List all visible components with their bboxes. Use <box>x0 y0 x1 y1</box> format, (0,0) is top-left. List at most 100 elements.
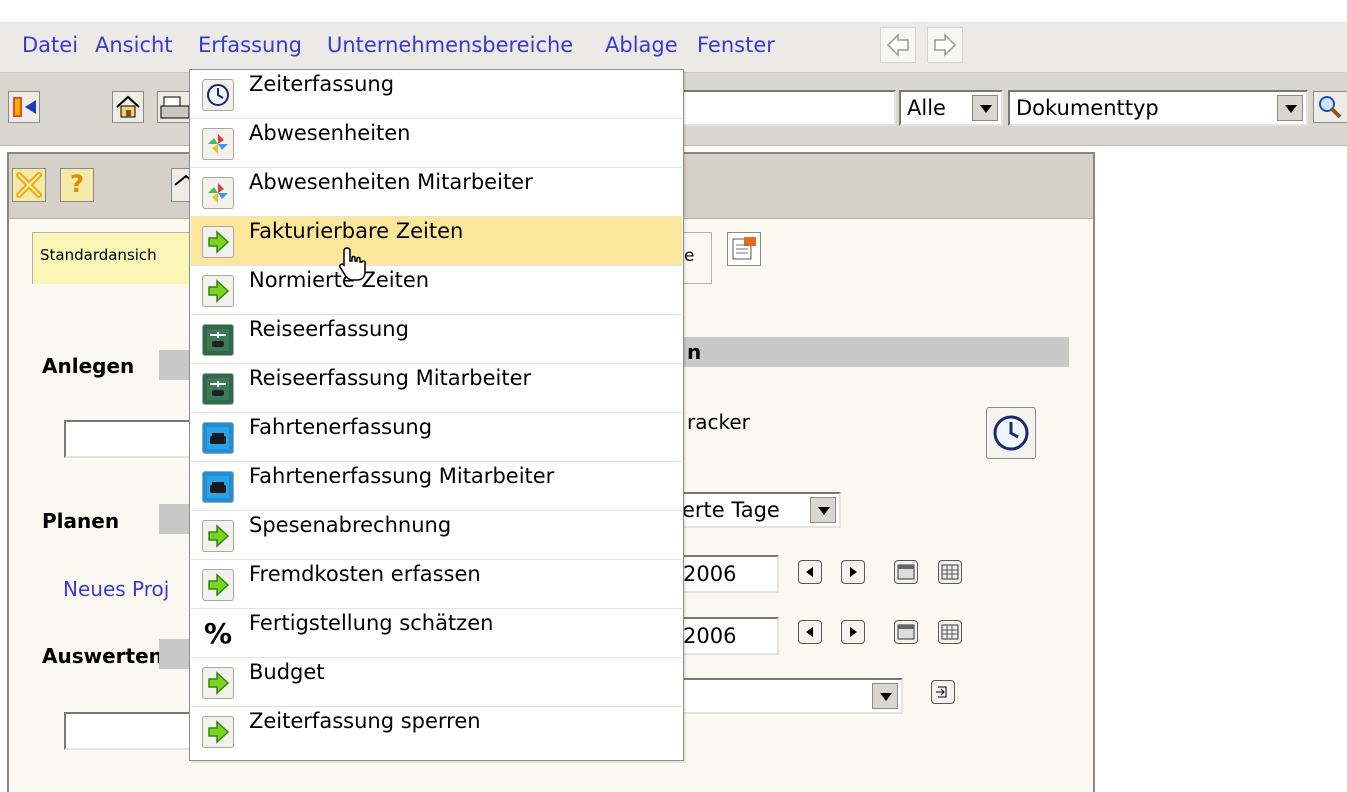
date-from-month-button[interactable] <box>938 560 962 584</box>
search-button[interactable] <box>1313 91 1347 123</box>
date-to-calendar-button[interactable] <box>894 620 918 644</box>
tab-standard[interactable]: Standardansich <box>32 232 197 284</box>
exit-button[interactable] <box>8 91 40 123</box>
menu-item-zeiterfassung-sperren[interactable]: Zeiterfassung sperren <box>191 707 682 756</box>
menu-item-normierte-zeiten[interactable]: Normierte Zeiten <box>191 266 682 315</box>
menu-item-fakturierbare-zeiten[interactable]: Fakturierbare Zeiten <box>191 217 682 266</box>
tab-other[interactable]: e <box>684 232 712 284</box>
anlegen-input[interactable] <box>64 420 194 458</box>
menu-item-reiseerfassung[interactable]: Reiseerfassung <box>191 315 682 364</box>
menu-item-fahrtenerfassung-mitarbeiter[interactable]: Fahrtenerfassung Mitarbeiter <box>191 462 682 511</box>
clock-icon <box>202 79 234 111</box>
date-to-prev-button[interactable] <box>798 620 822 644</box>
menu-datei[interactable]: Datei <box>22 33 78 57</box>
menu-fenster[interactable]: Fenster <box>697 33 775 57</box>
erfassung-dropdown-menu: Zeiterfassung Abwesenheiten Abwesenheite… <box>189 69 684 761</box>
green-arrow-icon <box>202 716 234 748</box>
date-from-value: 2006 <box>683 562 737 586</box>
menu-item-fertigstellung-schaetzen[interactable]: % Fertigstellung schätzen <box>191 609 682 658</box>
back-arrow-icon <box>886 33 909 57</box>
menu-item-abwesenheiten[interactable]: Abwesenheiten <box>191 119 682 168</box>
menu-item-label: Budget <box>249 660 325 684</box>
section-auswerten: Auswerten <box>42 644 163 668</box>
triangle-left-icon <box>806 567 813 577</box>
menu-item-label: Zeiterfassung <box>249 72 395 96</box>
calendar-icon <box>897 624 915 640</box>
chevron-down-icon[interactable] <box>810 497 836 523</box>
car-icon <box>202 422 234 454</box>
forward-arrow-icon <box>934 33 957 57</box>
tab-standard-label: Standardansich <box>40 246 157 264</box>
chevron-down-icon[interactable] <box>872 683 898 709</box>
date-to-value: 2006 <box>683 624 737 648</box>
new-project-link[interactable]: Neues Proj <box>63 577 169 601</box>
date-from-prev-button[interactable] <box>798 560 822 584</box>
menu-item-label: Fahrtenerfassung <box>249 415 433 439</box>
menu-item-zeiterfassung[interactable]: Zeiterfassung <box>191 70 682 119</box>
help-button[interactable]: ? <box>60 168 94 202</box>
menu-item-label: Fertigstellung schätzen <box>249 611 494 635</box>
window-home-button[interactable] <box>171 168 193 202</box>
menu-item-label: Fahrtenerfassung Mitarbeiter <box>249 464 555 488</box>
section-anlegen: Anlegen <box>42 354 135 378</box>
clock-icon <box>993 415 1029 451</box>
time-tracker-button[interactable] <box>986 407 1036 459</box>
green-arrow-icon <box>202 667 234 699</box>
menu-item-label: Abwesenheiten <box>249 121 411 145</box>
chevron-down-icon[interactable] <box>972 95 998 121</box>
menu-item-label: Reiseerfassung <box>249 317 409 341</box>
date-to-next-button[interactable] <box>841 620 865 644</box>
menu-item-abwesenheiten-mitarbeiter[interactable]: Abwesenheiten Mitarbeiter <box>191 168 682 217</box>
close-icon <box>16 172 42 198</box>
edit-view-button[interactable] <box>727 232 761 266</box>
auswerten-input[interactable] <box>64 712 194 750</box>
exit-icon <box>13 97 36 117</box>
print-button[interactable] <box>157 91 191 123</box>
filter-select[interactable]: Alle <box>899 90 1003 126</box>
search-input[interactable] <box>684 90 896 126</box>
home-button[interactable] <box>112 91 144 123</box>
period-select-value: erte Tage <box>682 498 780 522</box>
forward-arrow-button[interactable] <box>927 27 963 63</box>
menu-item-label: Fremdkosten erfassen <box>249 562 481 586</box>
menu-item-label: Spesenabrechnung <box>249 513 452 537</box>
date-from-calendar-button[interactable] <box>894 560 918 584</box>
date-from-input[interactable]: 2006 <box>679 555 779 593</box>
menu-unternehmensbereiche[interactable]: Unternehmensbereiche <box>327 33 573 57</box>
green-arrow-icon <box>202 569 234 601</box>
right-section-title: n <box>687 340 702 364</box>
triangle-left-icon <box>806 627 813 637</box>
chevron-down-icon[interactable] <box>1277 95 1303 121</box>
tracker-label: racker <box>687 410 750 434</box>
menu-item-fahrtenerfassung[interactable]: Fahrtenerfassung <box>191 413 682 462</box>
period-select[interactable]: erte Tage <box>678 492 841 528</box>
tab-other-label: e <box>684 246 695 266</box>
calendar-grid-icon <box>941 624 959 640</box>
menu-item-label: Fakturierbare Zeiten <box>249 219 464 243</box>
menu-item-label: Abwesenheiten Mitarbeiter <box>249 170 533 194</box>
filter-select-value: Alle <box>907 96 946 120</box>
menu-item-reiseerfassung-mitarbeiter[interactable]: Reiseerfassung Mitarbeiter <box>191 364 682 413</box>
enter-icon <box>936 686 947 698</box>
menu-item-budget[interactable]: Budget <box>191 658 682 707</box>
home-icon <box>116 95 140 118</box>
car-icon <box>202 471 234 503</box>
menu-item-spesenabrechnung[interactable]: Spesenabrechnung <box>191 511 682 560</box>
report-run-button[interactable] <box>931 680 955 704</box>
green-arrow-icon <box>202 275 234 307</box>
menu-ablage[interactable]: Ablage <box>605 33 678 57</box>
menu-erfassung[interactable]: Erfassung <box>198 33 302 57</box>
back-arrow-button[interactable] <box>880 27 916 63</box>
hand-cursor-icon <box>339 247 366 281</box>
right-section-bar <box>684 337 1069 367</box>
date-from-next-button[interactable] <box>841 560 865 584</box>
menu-item-fremdkosten-erfassen[interactable]: Fremdkosten erfassen <box>191 560 682 609</box>
doctype-select-value: Dokumenttyp <box>1016 96 1159 120</box>
doctype-select[interactable]: Dokumenttyp <box>1008 90 1308 126</box>
report-select[interactable] <box>679 678 903 714</box>
menubar: Datei Ansicht Erfassung Unternehmensbere… <box>0 22 1347 73</box>
date-to-month-button[interactable] <box>938 620 962 644</box>
date-to-input[interactable]: 2006 <box>679 617 779 655</box>
menu-ansicht[interactable]: Ansicht <box>95 33 173 57</box>
close-window-button[interactable] <box>12 168 46 202</box>
